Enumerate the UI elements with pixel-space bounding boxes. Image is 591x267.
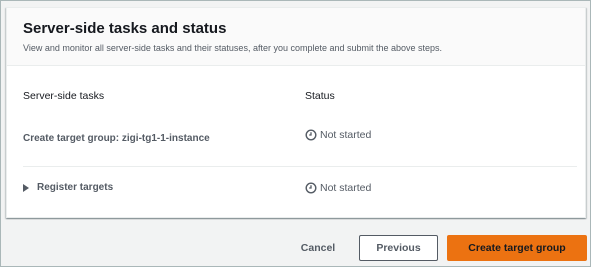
- clock-icon: [305, 182, 317, 194]
- status-text: Not started: [320, 129, 372, 141]
- status-register-targets: Not started: [305, 182, 371, 194]
- panel-title: Server-side tasks and status: [23, 20, 227, 37]
- previous-button[interactable]: Previous: [359, 235, 438, 261]
- page-frame: Server-side tasks and status View and mo…: [0, 0, 591, 267]
- task-row-create-target-group: Create target group: zigi-tg1-1-instance: [23, 133, 210, 144]
- status-text: Not started: [320, 182, 372, 194]
- cancel-button[interactable]: Cancel: [289, 235, 347, 261]
- panel-description: View and monitor all server-side tasks a…: [23, 43, 443, 53]
- panel-header: Server-side tasks and status View and mo…: [7, 8, 585, 66]
- server-side-tasks-panel: Server-side tasks and status View and mo…: [6, 7, 586, 218]
- task-row-register-targets[interactable]: Register targets: [23, 182, 113, 193]
- create-target-group-button[interactable]: Create target group: [447, 235, 587, 261]
- column-header-status: Status: [305, 90, 335, 102]
- clock-icon: [305, 129, 317, 141]
- task-label-register-targets[interactable]: Register targets: [37, 182, 113, 193]
- status-create-target-group: Not started: [305, 129, 371, 141]
- caret-right-icon[interactable]: [23, 183, 29, 192]
- row-divider: [23, 166, 577, 167]
- column-header-tasks: Server-side tasks: [23, 90, 105, 102]
